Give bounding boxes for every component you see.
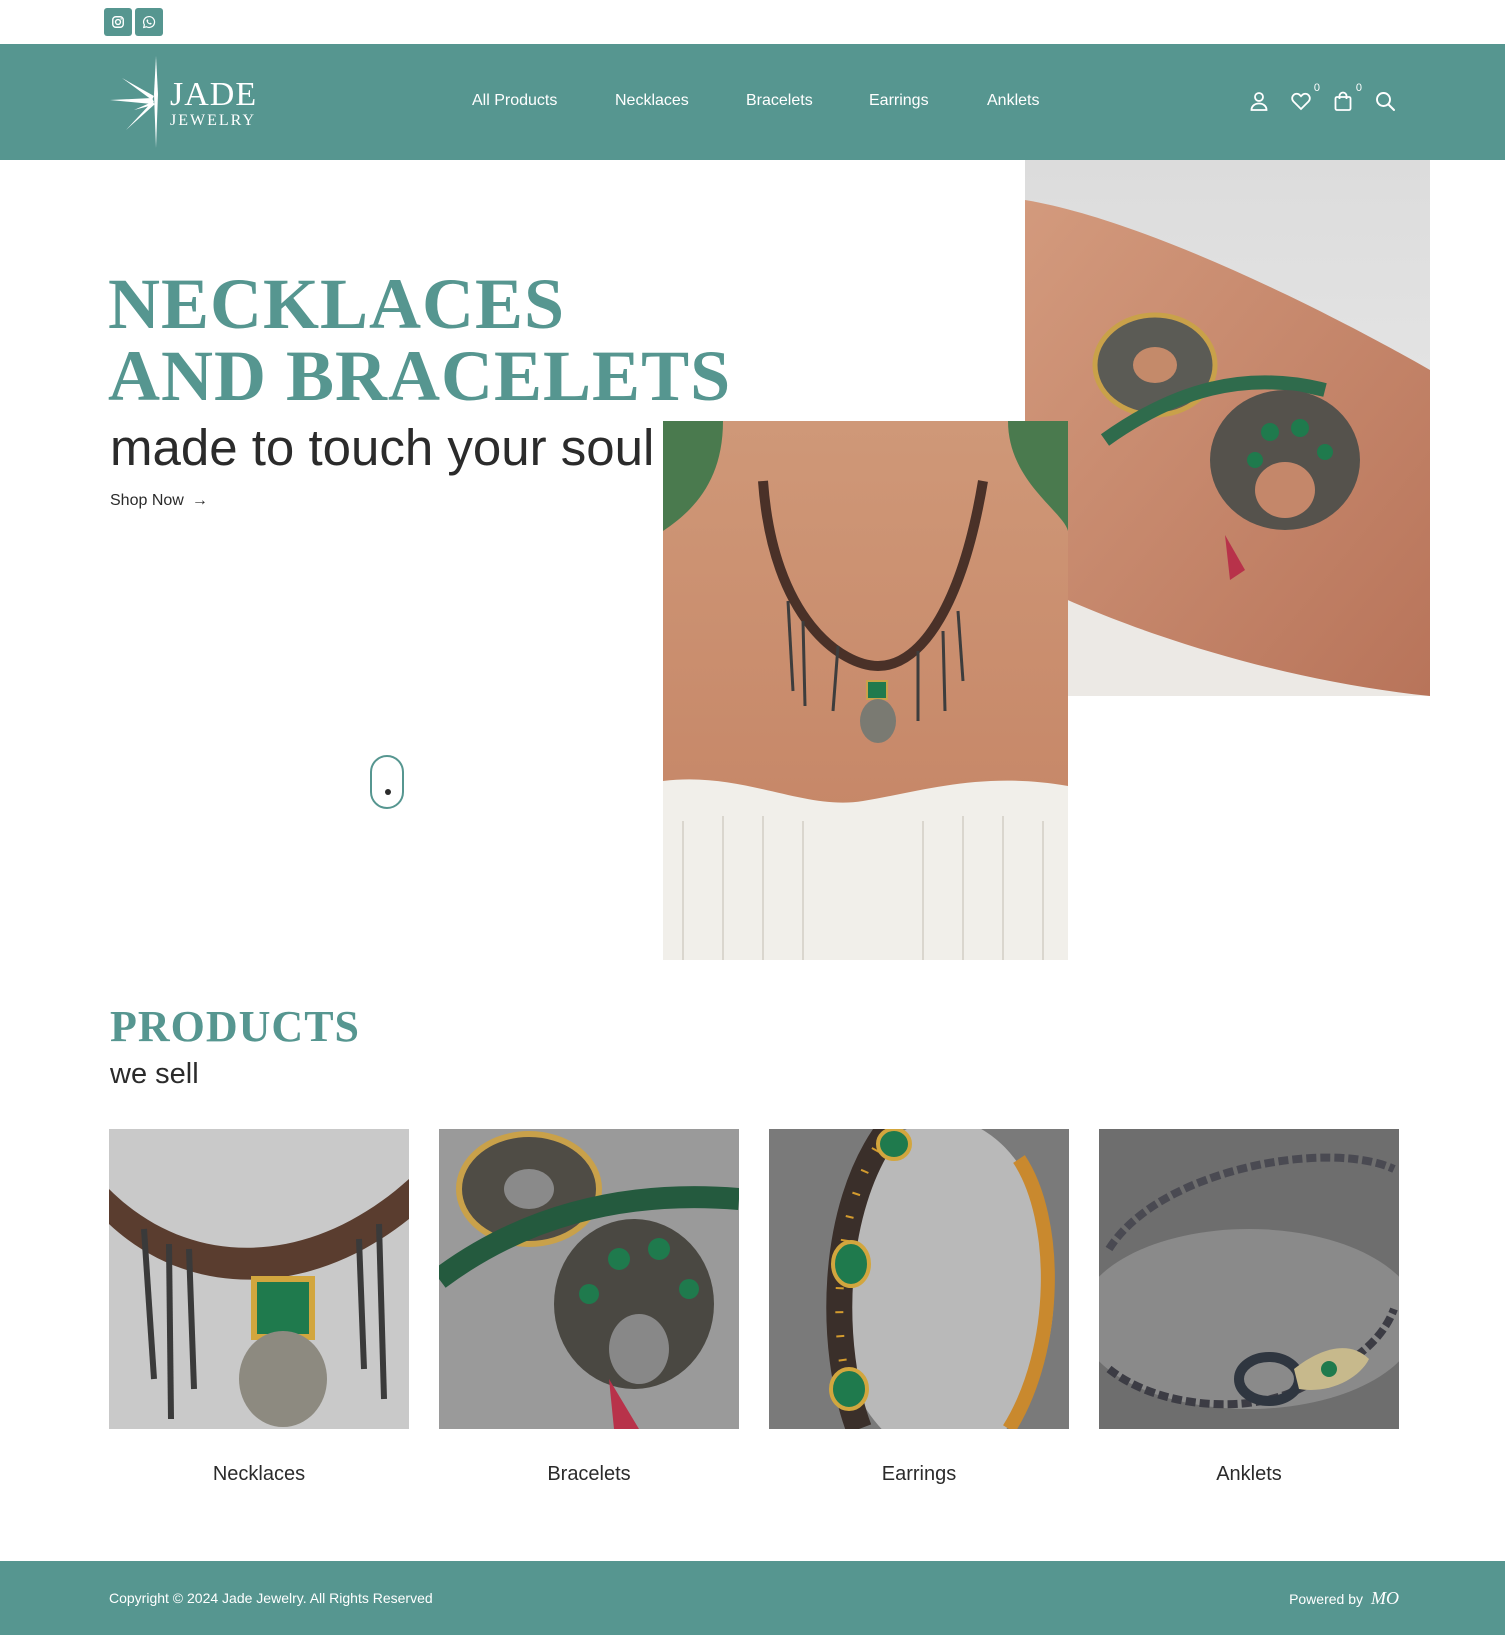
- hero-title: NECKLACES AND BRACELETS: [108, 268, 731, 412]
- search-button[interactable]: [1374, 90, 1398, 116]
- logo-sub: JEWELRY: [170, 112, 256, 129]
- arrow-right-icon: →: [191, 492, 208, 509]
- products-title: PRODUCTS: [110, 1002, 361, 1051]
- product-card-earrings[interactable]: Earrings: [769, 1129, 1069, 1486]
- wishlist-button[interactable]: 0: [1290, 82, 1320, 116]
- brand-logo[interactable]: JADE JEWELRY: [108, 54, 268, 150]
- cart-count: 0: [1355, 82, 1362, 94]
- hero-title-line2: AND BRACELETS: [108, 336, 732, 416]
- product-image-anklets: [1099, 1129, 1399, 1429]
- nav-all-products[interactable]: All Products: [472, 92, 557, 110]
- shop-now-link[interactable]: Shop Now →: [110, 492, 208, 510]
- nav-necklaces[interactable]: Necklaces: [615, 92, 689, 110]
- powered-by-logo: MO: [1371, 1588, 1399, 1608]
- product-image-bracelets: [439, 1129, 739, 1429]
- wishlist-count: 0: [1313, 82, 1320, 94]
- scroll-indicator[interactable]: [370, 755, 404, 809]
- copyright-text: Copyright © 2024 Jade Jewelry. All Right…: [109, 1590, 433, 1606]
- search-icon: [1376, 92, 1395, 111]
- product-image-necklaces: [109, 1129, 409, 1429]
- product-label-necklaces: Necklaces: [212, 1463, 306, 1485]
- instagram-link[interactable]: [104, 8, 132, 36]
- whatsapp-icon: [142, 15, 156, 29]
- logo-word: JADE: [170, 76, 258, 113]
- social-bar: [0, 0, 1505, 44]
- powered-by-link[interactable]: Powered by MO: [1289, 1588, 1399, 1609]
- nav-bracelets[interactable]: Bracelets: [746, 92, 813, 110]
- site-header: JADE JEWELRY All Products Necklaces Brac…: [0, 44, 1505, 160]
- hero-bracelet-image: [1025, 160, 1430, 696]
- product-label-earrings: Earrings: [881, 1463, 957, 1485]
- star-logo-icon: [110, 56, 158, 148]
- hero-title-line1: NECKLACES: [108, 264, 566, 344]
- hero-necklace-image: [663, 421, 1068, 960]
- product-card-anklets[interactable]: Anklets: [1099, 1129, 1399, 1486]
- site-footer: Copyright © 2024 Jade Jewelry. All Right…: [0, 1561, 1505, 1635]
- hero-subtitle: made to touch your soul: [110, 419, 655, 476]
- nav-earrings[interactable]: Earrings: [869, 92, 929, 110]
- user-icon: [1250, 92, 1268, 111]
- scroll-dot: [385, 789, 391, 795]
- instagram-icon: [112, 16, 124, 28]
- whatsapp-link[interactable]: [135, 8, 163, 36]
- product-card-bracelets[interactable]: Bracelets: [439, 1129, 739, 1486]
- product-label-anklets: Anklets: [1216, 1463, 1282, 1485]
- heart-icon: [1291, 92, 1311, 111]
- shop-now-label: Shop Now: [110, 492, 184, 509]
- cart-button[interactable]: 0: [1332, 82, 1362, 116]
- products-subtitle: we sell: [110, 1058, 199, 1090]
- product-card-necklaces[interactable]: Necklaces: [109, 1129, 409, 1486]
- bag-icon: [1334, 91, 1352, 111]
- powered-by-label: Powered by: [1289, 1590, 1363, 1607]
- account-button[interactable]: [1248, 90, 1272, 116]
- product-image-earrings: [769, 1129, 1069, 1429]
- product-label-bracelets: Bracelets: [547, 1463, 631, 1485]
- nav-anklets[interactable]: Anklets: [987, 92, 1039, 110]
